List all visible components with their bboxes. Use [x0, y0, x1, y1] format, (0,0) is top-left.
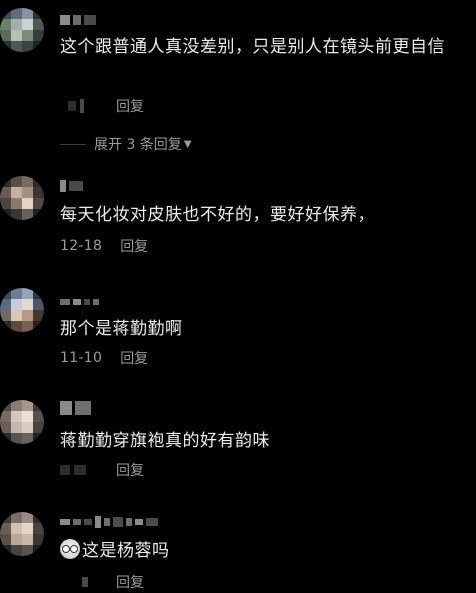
reply-button[interactable]: 回复 — [120, 348, 148, 368]
username[interactable] — [60, 296, 99, 308]
reply-button[interactable]: 回复 — [120, 236, 148, 256]
divider — [60, 143, 86, 145]
date-blurred — [60, 461, 90, 479]
expand-replies-button[interactable]: 展开 3 条回复 ▼ — [60, 134, 192, 154]
date-blurred — [60, 573, 90, 591]
comment-date: 12-18 — [60, 238, 103, 254]
comment-text-body: 这是杨蓉吗 — [82, 541, 170, 561]
triangle-down-icon: ▼ — [183, 138, 192, 150]
comment-text: 这个跟普通人真没差别，只是别人在镜头前更自信 — [60, 37, 445, 57]
username[interactable] — [60, 516, 158, 528]
reply-button[interactable]: 回复 — [116, 460, 144, 480]
comment-date: 11-10 — [60, 350, 103, 366]
comment-text: 那个是蒋勤勤啊 — [60, 319, 183, 339]
username[interactable] — [60, 401, 91, 415]
avatar[interactable] — [0, 400, 44, 444]
staring-eyes-emoji-icon — [60, 539, 80, 559]
avatar[interactable] — [0, 8, 44, 52]
comment-meta: 回复 — [60, 572, 144, 592]
username[interactable] — [60, 14, 96, 26]
comment-meta: 回复 — [60, 96, 144, 116]
expand-replies-label: 展开 3 条回复 — [94, 137, 182, 153]
comment-meta: 11-10 回复 — [60, 348, 148, 368]
comment-meta: 12-18 回复 — [60, 236, 148, 256]
date-blurred — [60, 97, 90, 115]
username[interactable] — [60, 180, 83, 192]
avatar[interactable] — [0, 288, 44, 332]
comment-meta: 回复 — [60, 460, 144, 480]
comment-text: 每天化妆对皮肤也不好的，要好好保养， — [60, 205, 375, 225]
reply-button[interactable]: 回复 — [116, 572, 144, 592]
avatar[interactable] — [0, 176, 44, 220]
comment-text: 蒋勤勤穿旗袍真的好有韵味 — [60, 431, 270, 451]
avatar[interactable] — [0, 512, 44, 556]
reply-button[interactable]: 回复 — [116, 96, 144, 116]
comment-text: 这是杨蓉吗 — [60, 538, 460, 564]
